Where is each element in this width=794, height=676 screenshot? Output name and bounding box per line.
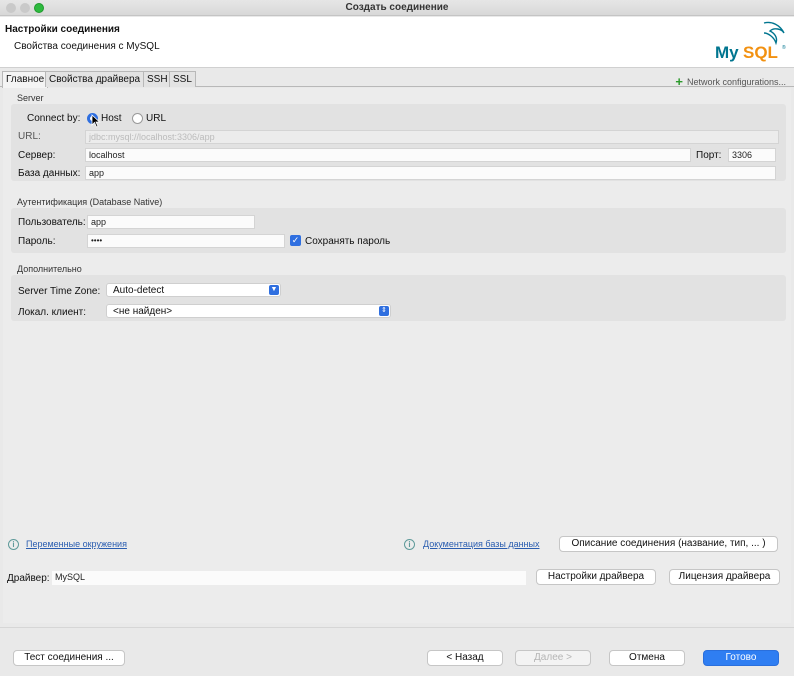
password-field[interactable]: •••• [87,234,285,248]
advanced-group-label: Дополнительно [17,264,82,274]
tab-ssl[interactable]: SSL [169,71,196,87]
timezone-label: Server Time Zone: [18,286,101,297]
url-field[interactable]: jdbc:mysql://localhost:3306/app [85,130,779,144]
timezone-select[interactable]: Auto-detect ▼ [106,283,281,297]
driver-license-button[interactable]: Лицензия драйвера [669,569,780,585]
svg-text:My: My [715,43,739,62]
timezone-value: Auto-detect [113,285,165,296]
tab-ssh[interactable]: SSH [143,71,172,87]
host-radio-label[interactable]: Host [101,113,122,124]
auth-group-label: Аутентификация (Database Native) [17,197,163,207]
save-password-checkbox[interactable]: ✓ [290,235,301,246]
db-docs-link[interactable]: Документация базы данных [423,539,540,549]
port-field[interactable]: 3306 [728,148,776,162]
info-icon: i [8,539,19,550]
header-subtitle: Свойства соединения с MySQL [14,41,160,52]
driver-field: MySQL [52,571,526,585]
local-client-select[interactable]: <не найден> ⇕ [106,304,391,318]
local-client-value: <не найден> [113,306,173,317]
password-label: Пароль: [18,236,56,247]
footer-divider [0,627,794,628]
local-client-label: Локал. клиент: [18,307,87,318]
info-icon: i [404,539,415,550]
next-button[interactable]: Далее > [515,650,591,666]
svg-text:®: ® [782,44,786,51]
title-bar: Создать соединение [0,0,794,16]
server-group-label: Server [17,93,44,103]
tab-driver-properties[interactable]: Свойства драйвера [45,71,145,87]
save-password-label[interactable]: Сохранять пароль [305,236,390,247]
port-label: Порт: [696,150,722,161]
user-label: Пользователь: [18,217,86,228]
url-radio-label[interactable]: URL [146,113,166,124]
connection-description-button[interactable]: Описание соединения (название, тип, ... … [559,536,778,552]
tab-main[interactable]: Главное [2,71,49,88]
connect-by-label: Connect by: [27,113,81,124]
cancel-button[interactable]: Отмена [609,650,685,666]
env-vars-link[interactable]: Переменные окружения [26,539,127,549]
up-down-arrows-icon: ⇕ [379,306,389,316]
network-configurations-button[interactable]: + Network configurations... [675,73,786,89]
svg-text:SQL: SQL [743,43,778,62]
tab-bar: Главное Свойства драйвера SSH SSL + Netwo… [0,70,794,89]
database-label: База данных: [18,168,81,179]
window-title: Создать соединение [345,2,449,13]
main-panel: Server Connect by: Host URL URL: jdbc:my… [3,88,791,623]
server-label: Сервер: [18,150,56,161]
driver-settings-button[interactable]: Настройки драйвера [536,569,656,585]
chevron-down-icon: ▼ [269,285,279,295]
header-title: Настройки соединения [5,24,120,35]
username-field[interactable]: app [87,215,255,229]
driver-label: Драйвер: [7,573,50,584]
test-connection-button[interactable]: Тест соединения ... [13,650,125,666]
dialog-header: Настройки соединения Свойства соединения… [0,17,794,68]
back-button[interactable]: < Назад [427,650,503,666]
server-host-field[interactable]: localhost [85,148,691,162]
mouse-cursor-icon [91,114,101,128]
network-configurations-label: Network configurations... [686,77,786,87]
url-label: URL: [18,131,41,142]
mysql-logo: My SQL ® [715,21,786,62]
url-radio[interactable] [132,113,143,124]
database-field[interactable]: app [85,166,776,180]
finish-button[interactable]: Готово [703,650,779,666]
plus-icon: + [675,74,683,89]
